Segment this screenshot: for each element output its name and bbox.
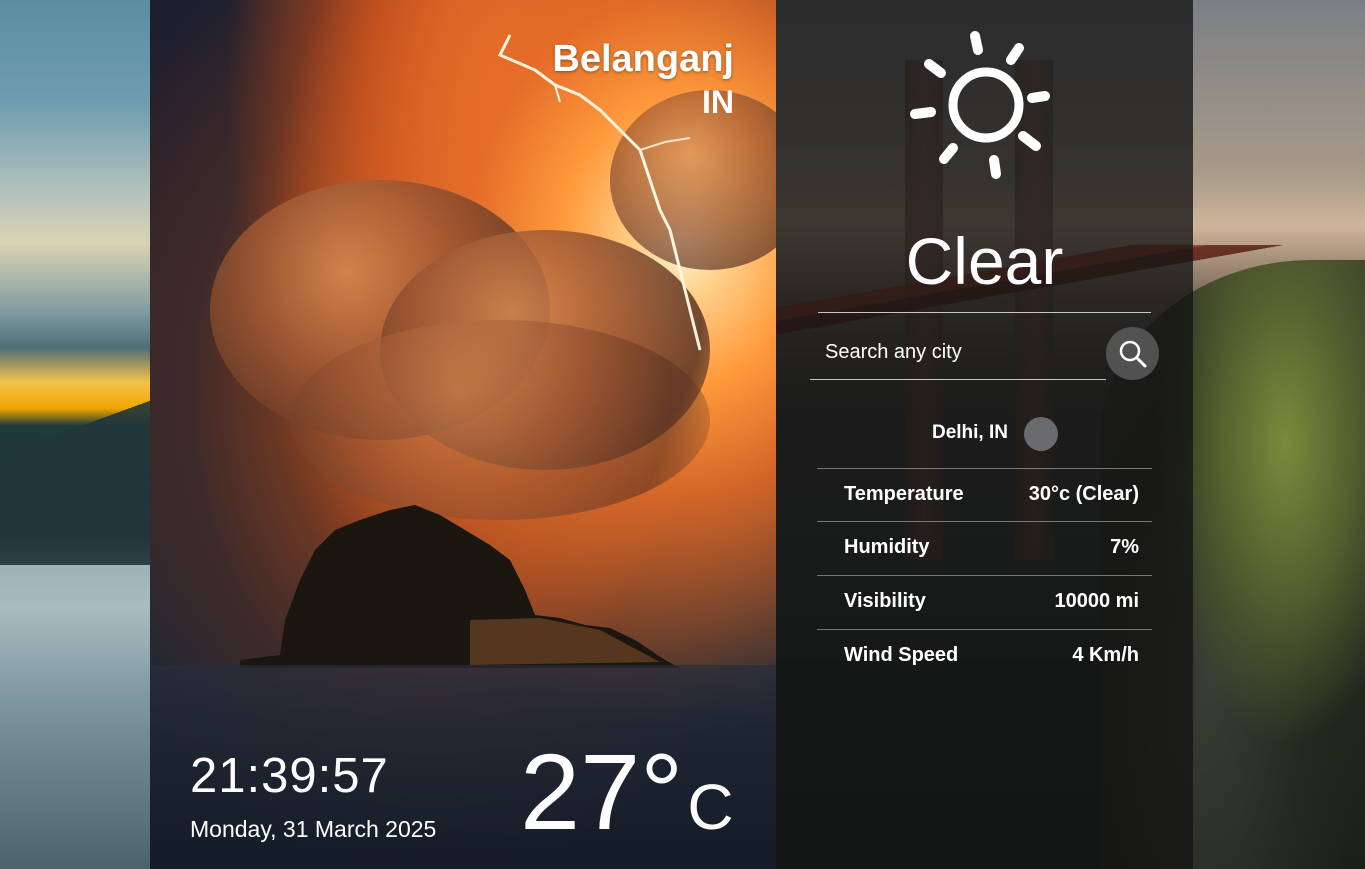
current-temperature: 27°C [520, 738, 734, 846]
detail-label: Humidity [844, 536, 930, 558]
detail-value: 10000 mi [1054, 590, 1139, 612]
weather-app: Belanganj IN 21:39:57 Monday, 31 March 2… [0, 0, 1365, 869]
divider [818, 312, 1151, 313]
temperature-value: 27° [520, 731, 684, 852]
background-landscape [0, 0, 150, 869]
detail-row-wind-speed: Wind Speed 4 Km/h [817, 629, 1193, 682]
search-result-city[interactable]: Delhi, IN [776, 422, 1008, 444]
current-date: Monday, 31 March 2025 [190, 816, 437, 842]
weather-image-panel: Belanganj IN 21:39:57 Monday, 31 March 2… [150, 0, 776, 869]
current-time: 21:39:57 [190, 749, 389, 803]
detail-row-temperature: Temperature 30°c (Clear) [817, 468, 1193, 521]
city-name: Belanganj [552, 38, 734, 80]
detail-row-visibility: Visibility 10000 mi [817, 575, 1193, 628]
detail-value: 30°c (Clear) [1028, 483, 1139, 505]
island-silhouette [240, 505, 680, 668]
search-button[interactable] [1106, 327, 1159, 380]
search-icon [1119, 340, 1146, 367]
detail-value: 7% [1110, 536, 1139, 558]
country-code: IN [702, 84, 734, 120]
detail-row-humidity: Humidity 7% [817, 521, 1193, 574]
weather-condition: Clear [905, 224, 1064, 298]
result-indicator-dot[interactable] [1024, 417, 1058, 451]
temperature-unit: C [687, 771, 734, 843]
detail-value: 4 Km/h [1072, 644, 1139, 666]
detail-label: Temperature [844, 483, 964, 505]
search-underline [810, 379, 1106, 380]
detail-label: Wind Speed [844, 644, 959, 666]
weather-details-panel: Clear Delhi, IN Temperature 30°c (Clear)… [776, 0, 1193, 869]
detail-label: Visibility [844, 590, 926, 612]
sun-icon [910, 31, 1050, 179]
city-search-input[interactable] [810, 330, 1100, 374]
